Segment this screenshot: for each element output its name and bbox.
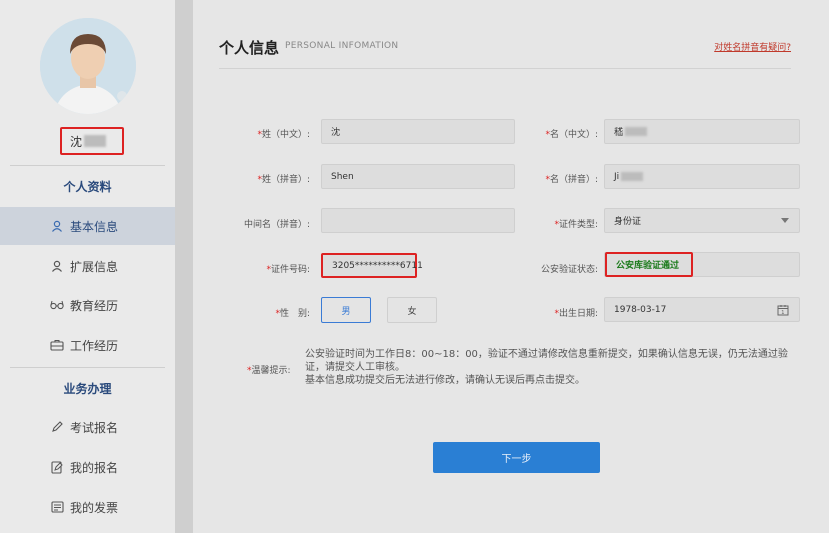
id-number-field[interactable]: 3205**********6711 — [321, 253, 423, 278]
section-title-profile: 个人资料 — [63, 180, 112, 194]
user-icon — [50, 259, 64, 273]
pinyin-help-link[interactable]: 对姓名拼音有疑问? — [714, 40, 791, 53]
id-type-label: *证件类型: — [554, 220, 598, 230]
verify-status-highlight: 公安库验证通过 — [605, 252, 693, 277]
notice-line: 基本信息成功提交后无法进行修改，请确认无误后再点击提交。 — [305, 375, 585, 386]
sidebar-item-label: 我的报名 — [70, 460, 119, 475]
chevron-down-icon — [781, 218, 789, 223]
section-title-business: 业务办理 — [63, 382, 112, 396]
required-asterisk: * — [275, 309, 280, 319]
briefcase-icon — [50, 338, 64, 352]
birth-date-value: 1978-03-17 — [614, 304, 667, 315]
birth-date-field[interactable]: 1978-03-17 1 — [604, 297, 800, 322]
notice-line: 公安验证时间为工作日8：00~18：00，验证不通过请修改信息重新提交，如果确认… — [305, 349, 788, 373]
masked-value — [621, 172, 644, 181]
birth-date-label: *出生日期: — [554, 309, 598, 319]
surname-cn-label: *姓（中文）: — [257, 130, 310, 140]
pencil-icon — [50, 420, 64, 434]
required-asterisk: * — [247, 366, 252, 376]
surname-cn-value: 沈 — [331, 128, 341, 138]
user-name: 沈 — [70, 134, 83, 149]
sidebar-item-label: 基本信息 — [70, 219, 119, 234]
sidebar-item-education[interactable]: 教育经历 — [0, 286, 175, 324]
given-py-value: Ji — [614, 171, 620, 182]
edit-document-icon — [50, 460, 64, 474]
surname-cn-field[interactable]: 沈 — [321, 119, 515, 144]
glasses-icon — [50, 298, 64, 312]
surname-py-label: *姓（拼音）: — [257, 175, 310, 185]
middle-name-label: 中间名（拼音）: — [243, 220, 310, 230]
required-asterisk: * — [545, 175, 550, 185]
sidebar-item-label: 考试报名 — [70, 420, 119, 435]
gender-female-option[interactable]: 女 — [387, 297, 437, 323]
user-icon — [50, 219, 64, 233]
calendar-icon[interactable]: 1 — [777, 304, 789, 319]
masked-name-part — [84, 135, 107, 147]
next-button[interactable]: 下一步 — [433, 442, 600, 473]
id-type-value: 身份证 — [614, 217, 642, 227]
sidebar-item-label: 我的发票 — [70, 500, 119, 515]
user-name-highlight: 沈 — [60, 127, 124, 155]
verify-status-label: 公安验证状态: — [540, 265, 598, 275]
title-divider — [219, 68, 791, 69]
avatar — [40, 18, 136, 114]
given-py-label: *名（拼音）: — [545, 175, 598, 185]
required-asterisk: * — [257, 175, 262, 185]
notice-label: *温馨提示: — [247, 366, 291, 376]
page-subtitle: PERSONAL INFOMATION — [285, 41, 399, 51]
sidebar-item-basic-info[interactable]: 基本信息 — [0, 207, 175, 245]
notice-text: 公安验证时间为工作日8：00~18：00，验证不通过请修改信息重新提交，如果确认… — [305, 348, 795, 387]
required-asterisk: * — [554, 309, 559, 319]
page-title: 个人信息 — [219, 40, 280, 57]
sidebar-item-work[interactable]: 工作经历 — [0, 326, 175, 364]
invoice-icon — [50, 500, 64, 514]
required-asterisk: * — [257, 130, 262, 140]
sidebar-gutter — [175, 0, 193, 533]
main-panel: 个人信息 PERSONAL INFOMATION 对姓名拼音有疑问? *姓（中文… — [193, 0, 829, 533]
sidebar-item-label: 扩展信息 — [70, 259, 119, 274]
masked-value — [625, 127, 648, 136]
required-asterisk: * — [554, 220, 559, 230]
required-asterisk: * — [266, 265, 271, 275]
verify-status-field: 公安库验证通过 — [604, 252, 800, 277]
given-cn-field[interactable]: 嵇 — [604, 119, 800, 144]
middle-name-field[interactable] — [321, 208, 515, 233]
sidebar-divider — [10, 165, 165, 166]
id-number-label: *证件号码: — [266, 265, 310, 275]
svg-text:1: 1 — [781, 310, 784, 316]
given-cn-label: *名（中文）: — [545, 130, 598, 140]
verify-status-value: 公安库验证通过 — [616, 261, 680, 271]
gender-label: *性 别: — [275, 309, 310, 319]
given-cn-value: 嵇 — [614, 128, 624, 138]
sidebar-item-label: 工作经历 — [70, 338, 119, 353]
id-type-select[interactable]: 身份证 — [604, 208, 800, 233]
sidebar-divider — [10, 367, 165, 368]
sidebar-item-my-signups[interactable]: 我的报名 — [0, 448, 175, 486]
given-py-field[interactable]: Ji — [604, 164, 800, 189]
id-number-value: 3205**********6711 — [332, 260, 423, 271]
sidebar-item-extended-info[interactable]: 扩展信息 — [0, 247, 175, 285]
surname-py-field[interactable]: Shen — [321, 164, 515, 189]
sidebar-item-label: 教育经历 — [70, 298, 119, 313]
required-asterisk: * — [545, 130, 550, 140]
surname-py-value: Shen — [331, 171, 354, 182]
sidebar-item-my-invoices[interactable]: 我的发票 — [0, 488, 175, 526]
gender-male-option[interactable]: 男 — [321, 297, 371, 323]
sidebar-item-exam-signup[interactable]: 考试报名 — [0, 408, 175, 446]
sidebar: 沈 个人资料 基本信息 扩展信息 教育经历 工作经历 业务办理 考试报名 我的报… — [0, 0, 175, 533]
